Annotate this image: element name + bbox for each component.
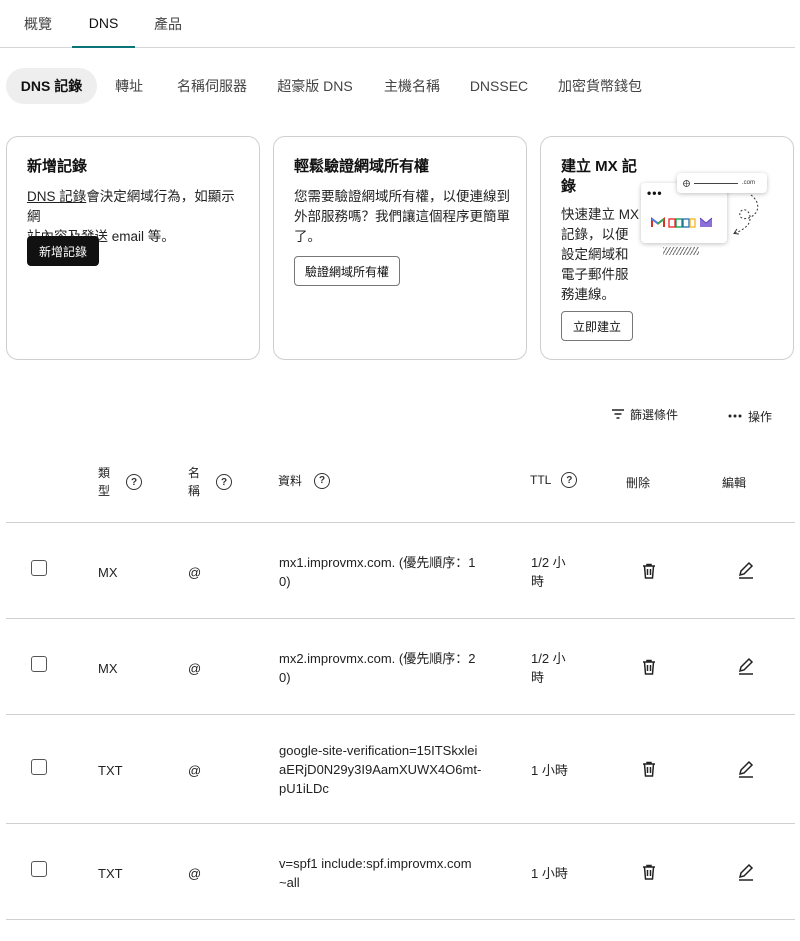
row-divider bbox=[6, 919, 795, 920]
record-data: v=spf1 include:spf.improvmx.com ~all bbox=[279, 856, 472, 890]
verify-domain-card: 輕鬆驗證網域所有權 您需要驗證網域所有權，以便連線到 外部服務嗎？我們讓這個程序… bbox=[273, 136, 527, 360]
subtab-forwarding[interactable]: 轉址 bbox=[104, 68, 154, 104]
tab-overview[interactable]: 概覽 bbox=[14, 0, 62, 48]
mx-title-line1: 建立 MX 記 bbox=[561, 158, 637, 175]
column-header-type: 類型 ? bbox=[98, 464, 143, 500]
mx-desc-line: 設定網域和 bbox=[561, 247, 629, 262]
subtab-nameservers[interactable]: 名稱伺服器 bbox=[168, 68, 256, 104]
record-data: google-site-verification=15ITSkxlei aERjD… bbox=[279, 743, 482, 796]
data-help-icon[interactable]: ? bbox=[314, 472, 331, 489]
record-name: @ bbox=[188, 763, 202, 778]
mx-desc-line: 務連線。 bbox=[561, 287, 615, 302]
trash-icon[interactable] bbox=[639, 862, 659, 882]
column-header-edit: 編輯 bbox=[722, 476, 747, 490]
create-now-button[interactable]: 立即建立 bbox=[561, 311, 633, 341]
actions-label: 操作 bbox=[748, 409, 773, 424]
record-data: mx2.improvmx.com. (優先順序：2 0) bbox=[279, 651, 476, 685]
row-select-checkbox[interactable] bbox=[31, 656, 47, 672]
column-header-ttl: TTL ? bbox=[530, 472, 578, 488]
actions-button[interactable]: 操作 bbox=[728, 406, 772, 426]
record-type: TXT bbox=[98, 866, 123, 881]
mx-record-title: 建立 MX 記 錄 bbox=[561, 157, 637, 197]
verify-domain-description: 您需要驗證網域所有權，以便連線到 外部服務嗎？我們讓這個程序更簡單 了。 bbox=[294, 187, 519, 247]
trash-icon[interactable] bbox=[639, 561, 659, 581]
dashed-arrow-icon bbox=[733, 194, 759, 235]
filter-icon bbox=[612, 409, 624, 419]
table-row: MX @ mx1.improvmx.com. (優先順序：1 0) 1/2 小時 bbox=[0, 523, 800, 618]
record-ttl: 1 小時 bbox=[531, 763, 568, 778]
subtab-hostnames[interactable]: 主機名稱 bbox=[374, 68, 450, 104]
subtab-dnssec[interactable]: DNSSEC bbox=[462, 68, 536, 104]
dns-records-link[interactable]: DNS 記錄 bbox=[27, 189, 86, 204]
mx-record-description: 快速建立 MX 記錄，以便 設定網域和 電子郵件服 務連線。 bbox=[561, 205, 641, 305]
trash-icon[interactable] bbox=[639, 759, 659, 779]
table-row: TXT @ google-site-verification=15ITSkxle… bbox=[0, 715, 800, 823]
verify-domain-title: 輕鬆驗證網域所有權 bbox=[294, 158, 430, 175]
mx-desc-line: 記錄，以便 bbox=[561, 227, 629, 242]
column-header-data: 資料 ? bbox=[278, 472, 331, 489]
subtab-premium-dns[interactable]: 超豪版 DNS bbox=[270, 68, 360, 104]
mx-title-line2: 錄 bbox=[561, 178, 577, 195]
name-help-icon[interactable]: ? bbox=[216, 474, 233, 490]
top-tab-bar: 概覽 DNS 產品 bbox=[0, 0, 795, 48]
record-type: MX bbox=[98, 565, 118, 580]
record-ttl: 1/2 小時 bbox=[531, 651, 566, 685]
row-select-checkbox[interactable] bbox=[31, 560, 47, 576]
gmail-icon bbox=[651, 217, 665, 227]
mx-desc-line: 電子郵件服 bbox=[561, 267, 629, 282]
record-ttl: 1 小時 bbox=[531, 866, 568, 881]
row-select-checkbox[interactable] bbox=[31, 861, 47, 877]
zoho-icon bbox=[668, 217, 696, 228]
email-illustration: ••• .com bbox=[641, 173, 773, 273]
tab-products[interactable]: 產品 bbox=[146, 0, 190, 48]
add-record-title: 新增記錄 bbox=[27, 158, 88, 175]
illustration-domain-text: .com bbox=[742, 180, 756, 186]
filter-button[interactable]: 篩選條件 bbox=[612, 404, 678, 424]
verify-desc-line2: 外部服務嗎？我們讓這個程序更簡單 bbox=[294, 209, 510, 224]
ttl-help-icon[interactable]: ? bbox=[561, 472, 578, 488]
column-header-delete: 刪除 bbox=[626, 476, 651, 490]
row-select-checkbox[interactable] bbox=[31, 759, 47, 775]
table-row: MX @ mx2.improvmx.com. (優先順序：2 0) 1/2 小時 bbox=[0, 619, 800, 714]
more-horizontal-icon bbox=[728, 414, 742, 418]
record-name: @ bbox=[188, 866, 202, 881]
mx-desc-line: 快速建立 MX bbox=[561, 207, 640, 222]
verify-domain-button[interactable]: 驗證網域所有權 bbox=[294, 256, 400, 286]
edit-pencil-icon[interactable] bbox=[736, 560, 756, 580]
illustration-address-bar: .com bbox=[677, 173, 767, 193]
proton-icon bbox=[699, 217, 713, 227]
globe-icon bbox=[683, 179, 690, 187]
subtab-dns-records[interactable]: DNS 記錄 bbox=[6, 68, 97, 104]
more-dots-icon: ••• bbox=[647, 186, 663, 200]
edit-pencil-icon[interactable] bbox=[736, 759, 756, 779]
subtab-crypto-wallet[interactable]: 加密貨幣錢包 bbox=[550, 68, 650, 104]
record-type: TXT bbox=[98, 763, 123, 778]
add-record-card: 新增記錄 DNS 記錄會決定網域行為，如顯示網 站內容及發送 email 等。 … bbox=[6, 136, 260, 360]
record-name: @ bbox=[188, 661, 202, 676]
record-ttl: 1/2 小時 bbox=[531, 555, 566, 589]
trash-icon[interactable] bbox=[639, 657, 659, 677]
tab-dns[interactable]: DNS bbox=[72, 0, 135, 48]
mx-record-card: 建立 MX 記 錄 快速建立 MX 記錄，以便 設定網域和 電子郵件服 務連線。… bbox=[540, 136, 794, 360]
filter-label: 篩選條件 bbox=[630, 407, 679, 422]
type-help-icon[interactable]: ? bbox=[126, 474, 143, 490]
illustration-hatch bbox=[663, 247, 699, 255]
verify-desc-line3: 了。 bbox=[294, 229, 321, 244]
add-record-button[interactable]: 新增記錄 bbox=[27, 236, 99, 266]
record-type: MX bbox=[98, 661, 118, 676]
email-provider-logos bbox=[651, 217, 713, 228]
table-row: TXT @ v=spf1 include:spf.improvmx.com ~al… bbox=[0, 824, 800, 919]
edit-pencil-icon[interactable] bbox=[736, 862, 756, 882]
record-name: @ bbox=[188, 565, 202, 580]
column-header-name: 名稱 ? bbox=[188, 464, 233, 500]
edit-pencil-icon[interactable] bbox=[736, 656, 756, 676]
record-data: mx1.improvmx.com. (優先順序：1 0) bbox=[279, 555, 476, 589]
verify-desc-line1: 您需要驗證網域所有權，以便連線到 bbox=[294, 189, 510, 204]
